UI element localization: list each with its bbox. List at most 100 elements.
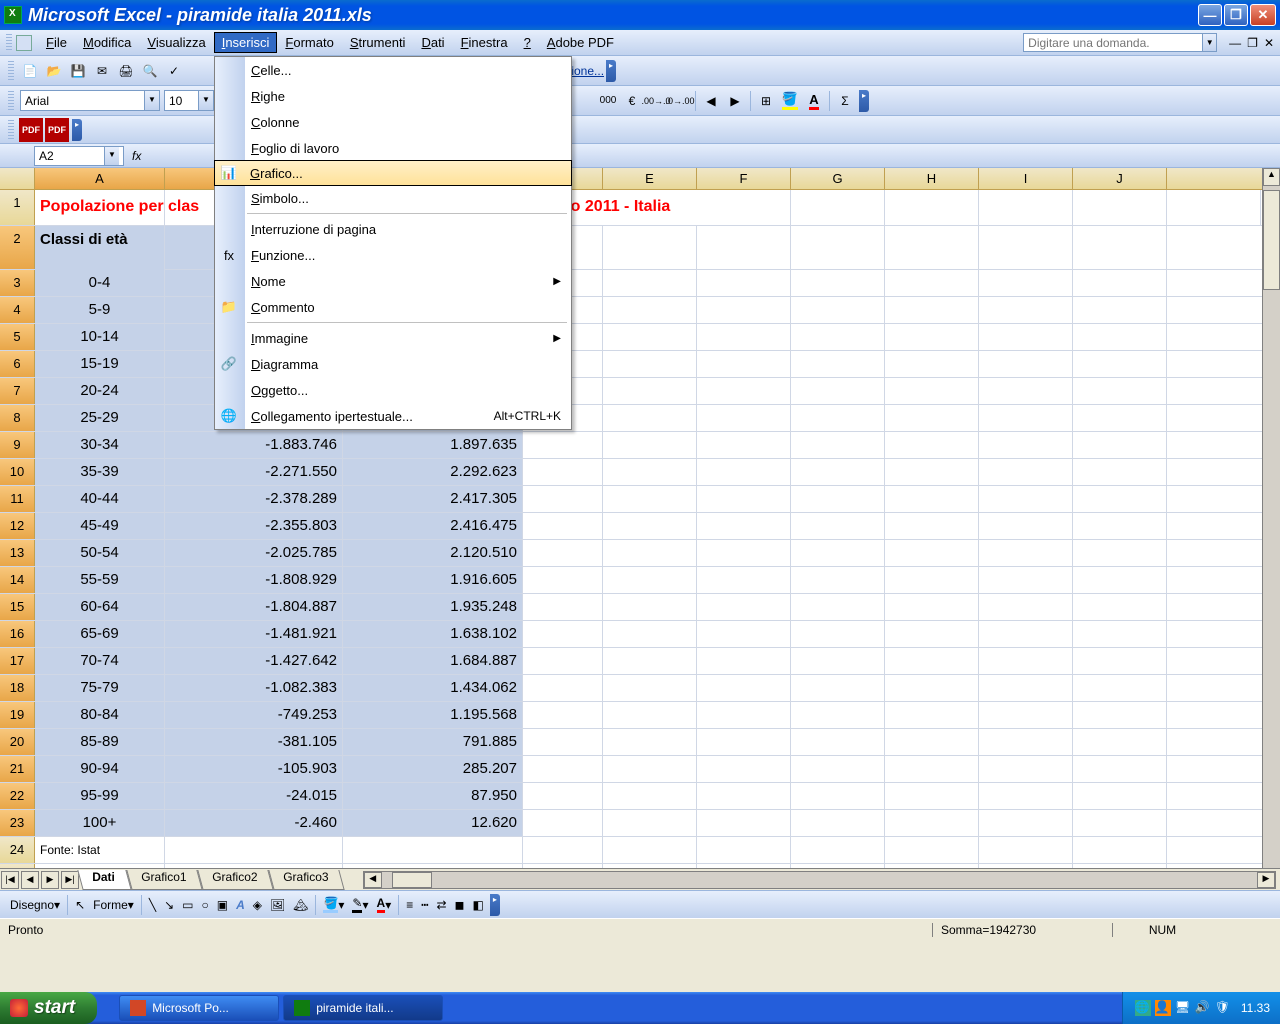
autoshapes-menu[interactable]: Forme ▾ <box>93 898 134 912</box>
fill-color-button[interactable]: 🪣▾ <box>323 896 344 913</box>
row-header[interactable]: 18 <box>0 675 35 701</box>
cell-G19[interactable] <box>791 702 885 728</box>
cell-I24[interactable] <box>979 837 1073 863</box>
cell-A11[interactable]: 40-44 <box>35 486 165 512</box>
sheet-tab[interactable]: Grafico3 <box>269 870 346 890</box>
cell-E12[interactable] <box>603 513 697 539</box>
col-header-A[interactable]: A <box>35 168 165 189</box>
cell-F20[interactable] <box>697 729 791 755</box>
cell-A24[interactable]: Fonte: Istat <box>35 837 165 863</box>
cell-E6[interactable] <box>603 351 697 377</box>
cell-C11[interactable]: 2.417.305 <box>343 486 523 512</box>
tab-nav-next[interactable]: ▶ <box>41 871 59 889</box>
cell-E2[interactable] <box>603 226 697 269</box>
save-button[interactable]: 💾 <box>67 60 89 82</box>
cell-B18[interactable]: -1.082.383 <box>165 675 343 701</box>
cell-A20[interactable]: 85-89 <box>35 729 165 755</box>
scroll-left-button[interactable]: ◀ <box>364 872 382 888</box>
cell-H16[interactable] <box>885 621 979 647</box>
row-header[interactable]: 19 <box>0 702 35 728</box>
cell-H4[interactable] <box>885 297 979 323</box>
cell-D14[interactable] <box>523 567 603 593</box>
start-button[interactable]: start <box>0 992 97 1024</box>
cell-F7[interactable] <box>697 378 791 404</box>
cell-B14[interactable]: -1.808.929 <box>165 567 343 593</box>
cell-G7[interactable] <box>791 378 885 404</box>
cell-J17[interactable] <box>1073 648 1167 674</box>
row-header[interactable]: 1 <box>0 190 35 225</box>
row-header[interactable]: 5 <box>0 324 35 350</box>
cell-J7[interactable] <box>1073 378 1167 404</box>
system-tray[interactable]: 🌐 👤 🖥 🔊 🛡 11.33 <box>1122 992 1280 1024</box>
cell-I21[interactable] <box>979 756 1073 782</box>
cell-A2[interactable]: Classi di età <box>35 226 165 270</box>
menuitem-oggetto[interactable]: Oggetto... <box>215 377 571 403</box>
cell-F21[interactable] <box>697 756 791 782</box>
cell-C20[interactable]: 791.885 <box>343 729 523 755</box>
col-header-J[interactable]: J <box>1073 168 1167 189</box>
cell-G22[interactable] <box>791 783 885 809</box>
cell-H24[interactable] <box>885 837 979 863</box>
cell-J21[interactable] <box>1073 756 1167 782</box>
menuitem-simbolo[interactable]: Simbolo... <box>215 185 571 211</box>
cell-H17[interactable] <box>885 648 979 674</box>
horizontal-scrollbar[interactable]: ◀ ▶ <box>363 871 1276 889</box>
ask-input[interactable] <box>1023 33 1203 52</box>
scroll-right-button[interactable]: ▶ <box>1257 872 1275 888</box>
cell-A18[interactable]: 75-79 <box>35 675 165 701</box>
cell-J15[interactable] <box>1073 594 1167 620</box>
row-header[interactable]: 14 <box>0 567 35 593</box>
cell-E5[interactable] <box>603 324 697 350</box>
toolbar-overflow[interactable]: ▸ <box>72 119 82 141</box>
cell-C10[interactable]: 2.292.623 <box>343 459 523 485</box>
close-button[interactable]: ✕ <box>1250 4 1276 26</box>
cell-J6[interactable] <box>1073 351 1167 377</box>
menuitem-fogliodilavoro[interactable]: Foglio di lavoro <box>215 135 571 161</box>
cell-H10[interactable] <box>885 459 979 485</box>
row-header[interactable]: 12 <box>0 513 35 539</box>
cell-G5[interactable] <box>791 324 885 350</box>
cell-A23[interactable]: 100+ <box>35 810 165 836</box>
menuitem-righe[interactable]: Righe <box>215 83 571 109</box>
cell-D24[interactable] <box>523 837 603 863</box>
cell-E22[interactable] <box>603 783 697 809</box>
row-header[interactable]: 21 <box>0 756 35 782</box>
cell-I18[interactable] <box>979 675 1073 701</box>
cell-E8[interactable] <box>603 405 697 431</box>
grid-body[interactable]: 1Popolazione per clasimento 2011 - Itali… <box>0 190 1280 868</box>
cell-J18[interactable] <box>1073 675 1167 701</box>
decrease-decimal-button[interactable]: .00→.0 <box>645 90 667 112</box>
font-color-button[interactable]: A <box>803 90 825 112</box>
tray-msn-icon[interactable]: 👤 <box>1155 1000 1171 1016</box>
cell-H20[interactable] <box>885 729 979 755</box>
menu-formato[interactable]: Formato <box>277 32 341 53</box>
menu-visualizza[interactable]: Visualizza <box>139 32 213 53</box>
cell-F23[interactable] <box>697 810 791 836</box>
close-doc-min[interactable]: — <box>1229 36 1241 50</box>
cell-F9[interactable] <box>697 432 791 458</box>
row-header[interactable]: 8 <box>0 405 35 431</box>
menuitem-nome[interactable]: Nome▶ <box>215 268 571 294</box>
cell-F24[interactable] <box>697 837 791 863</box>
scroll-up-button[interactable]: ▲ <box>1263 168 1280 186</box>
cell-A19[interactable]: 80-84 <box>35 702 165 728</box>
cell-H9[interactable] <box>885 432 979 458</box>
cell-J14[interactable] <box>1073 567 1167 593</box>
cell-I20[interactable] <box>979 729 1073 755</box>
namebox[interactable]: A2 ▼ <box>34 146 124 166</box>
cell-D17[interactable] <box>523 648 603 674</box>
cell-E21[interactable] <box>603 756 697 782</box>
cell-H11[interactable] <box>885 486 979 512</box>
thousands-button[interactable]: 000 <box>597 90 619 112</box>
cell-J5[interactable] <box>1073 324 1167 350</box>
cell-E19[interactable] <box>603 702 697 728</box>
cell-B17[interactable]: -1.427.642 <box>165 648 343 674</box>
cell-C12[interactable]: 2.416.475 <box>343 513 523 539</box>
cell-A16[interactable]: 65-69 <box>35 621 165 647</box>
cell-C23[interactable]: 12.620 <box>343 810 523 836</box>
cell-H23[interactable] <box>885 810 979 836</box>
rectangle-button[interactable]: ▭ <box>182 898 193 912</box>
cell-G6[interactable] <box>791 351 885 377</box>
menuitem-grafico[interactable]: 📊Grafico... <box>214 160 572 186</box>
menu-adobepdf[interactable]: Adobe PDF <box>539 32 622 53</box>
